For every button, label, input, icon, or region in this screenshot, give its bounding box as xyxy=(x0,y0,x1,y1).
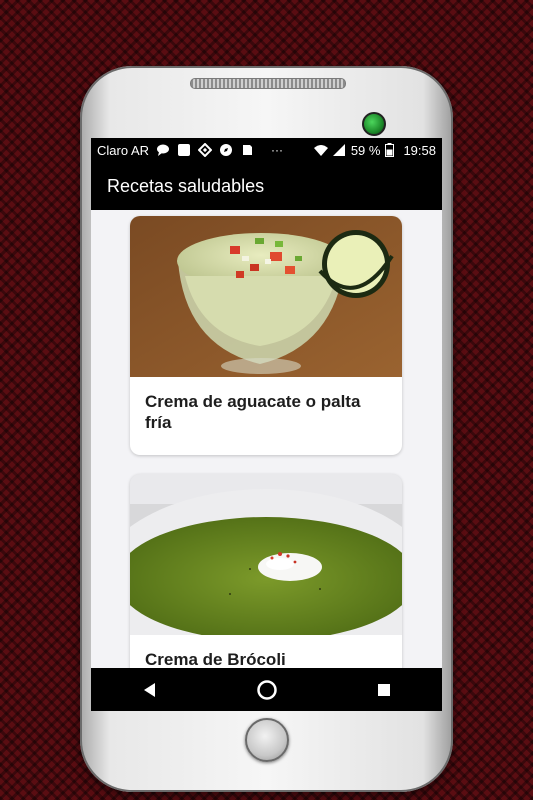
recipe-title: Crema de Brócoli xyxy=(145,650,286,668)
broccoli-cream-photo xyxy=(130,474,402,635)
recipe-card[interactable]: Crema de aguacate o palta fría xyxy=(130,216,402,455)
app-bar: Recetas saludables xyxy=(91,162,442,210)
back-icon xyxy=(143,682,155,697)
home-icon xyxy=(256,679,277,700)
compass-icon xyxy=(219,143,233,157)
square-app-icon xyxy=(177,143,191,157)
recipe-card[interactable]: Crema de Brócoli xyxy=(130,474,402,668)
signal-icon xyxy=(332,143,346,157)
recents-icon xyxy=(377,683,390,696)
home-nav-button[interactable] xyxy=(247,670,287,710)
binance-icon xyxy=(197,142,213,158)
more-notifications-icon: ··· xyxy=(271,143,284,157)
clock: 19:58 xyxy=(403,142,436,158)
app-title: Recetas saludables xyxy=(107,175,265,196)
navigation-bar xyxy=(91,668,442,711)
device-screen: Claro AR ··· 59 % 19:58 Recetas saludabl… xyxy=(91,138,442,711)
battery-icon xyxy=(385,143,395,157)
recents-button[interactable] xyxy=(364,670,404,710)
back-button[interactable] xyxy=(130,670,170,710)
chat-bubble-icon xyxy=(156,143,170,157)
recipe-title: Crema de aguacate o palta fría xyxy=(145,392,361,432)
carrier-name: Claro AR xyxy=(97,142,150,158)
battery-level: 59 % xyxy=(350,142,381,158)
wifi-icon xyxy=(313,143,328,157)
speaker-grille xyxy=(190,78,346,89)
avocado-cream-photo xyxy=(130,216,402,377)
status-bar: Claro AR ··· 59 % 19:58 xyxy=(91,138,442,162)
recipe-list[interactable]: Crema de aguacate o palta fría Crema de … xyxy=(91,210,442,668)
clipboard-icon xyxy=(240,143,254,157)
physical-home-button[interactable] xyxy=(245,718,289,762)
front-camera xyxy=(362,112,386,136)
